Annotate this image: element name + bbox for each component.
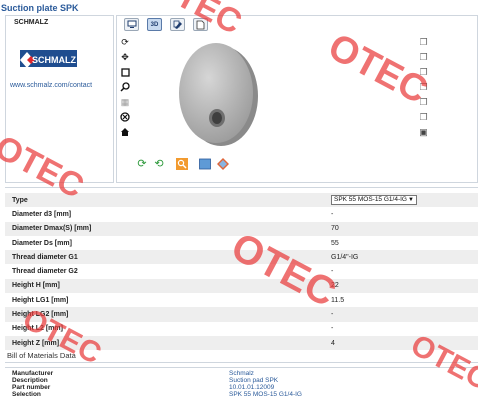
bom-label: Description xyxy=(12,377,48,384)
property-value: - xyxy=(331,210,334,218)
property-value: - xyxy=(331,325,334,333)
properties-table: Type SPK 55 MOS-15 G1/4-IG ▼ Diameter d3… xyxy=(5,187,478,351)
bom-label: Manufacturer xyxy=(12,370,54,377)
property-label: Height LG2 [mm] xyxy=(12,311,69,319)
measure-icon[interactable]: ▦ xyxy=(120,97,130,107)
bom-label: Selection xyxy=(12,391,41,398)
table-row: Height L2 [mm] - xyxy=(5,322,478,336)
suction-plate-model[interactable] xyxy=(171,38,261,148)
pan-icon[interactable]: ✥ xyxy=(120,52,130,62)
refresh-icon[interactable]: ⟳ xyxy=(136,158,148,170)
property-value: - xyxy=(331,311,334,319)
type-select-value: SPK 55 MOS-15 G1/4-IG xyxy=(334,196,407,203)
table-row: Selection SPK 55 MOS-15 G1/4-IG xyxy=(5,391,478,398)
diamond-icon[interactable] xyxy=(217,158,229,170)
schmalz-logo: SCHMALZ xyxy=(20,50,77,68)
view-cube-left-icon[interactable]: ❐ xyxy=(418,67,429,77)
page-title: Suction plate SPK xyxy=(1,3,79,13)
chevron-down-icon: ▼ xyxy=(408,197,414,203)
view-cube-iso-icon[interactable]: ▣ xyxy=(418,127,429,137)
table-row: Thread diameter G1 G1/4"-IG xyxy=(5,250,478,265)
property-label: Thread diameter G1 xyxy=(12,253,78,261)
table-row: Height H [mm] 22 xyxy=(5,278,478,294)
view-cube-right-icon[interactable]: ❐ xyxy=(418,82,429,92)
property-value: 70 xyxy=(331,225,339,233)
refresh-all-icon[interactable]: ⟲ xyxy=(153,158,165,170)
type-row: Type SPK 55 MOS-15 G1/4-IG ▼ xyxy=(5,193,478,208)
zoom-icon[interactable] xyxy=(120,82,130,92)
page-icon[interactable] xyxy=(193,18,208,31)
rotate-icon[interactable]: ⟳ xyxy=(120,37,130,47)
bom-label: Part number xyxy=(12,384,51,391)
table-row: Diameter Ds [mm] 55 xyxy=(5,236,478,250)
zoom-box-icon[interactable] xyxy=(120,67,130,77)
monitor-icon[interactable] xyxy=(124,18,139,31)
table-row: Height Z [mm] 4 xyxy=(5,336,478,351)
svg-text:SCHMALZ: SCHMALZ xyxy=(32,55,76,65)
table-row: Description Suction pad SPK xyxy=(5,377,478,384)
view-cube-front-icon[interactable]: ❐ xyxy=(418,37,429,47)
table-row: Part number 10.01.01.12009 xyxy=(5,384,478,391)
property-value: G1/4"-IG xyxy=(331,253,359,261)
property-label: Diameter Ds [mm] xyxy=(12,239,72,247)
table-row: Diameter d3 [mm] - xyxy=(5,207,478,221)
property-label: Height L2 [mm] xyxy=(12,325,63,333)
property-value: 55 xyxy=(331,239,339,247)
table-row: Diameter Dmax(S) [mm] 70 xyxy=(5,221,478,236)
property-value: 4 xyxy=(331,339,335,347)
table-row: Height LG1 [mm] 11.5 xyxy=(5,293,478,307)
bom-value: Schmalz xyxy=(229,370,254,377)
view-cube-back-icon[interactable]: ❐ xyxy=(418,112,429,122)
bom-value: SPK 55 MOS-15 G1/4-IG xyxy=(229,391,302,398)
type-label: Type xyxy=(12,196,28,204)
brand-name: SCHMALZ xyxy=(14,19,49,26)
table-row: Height LG2 [mm] - xyxy=(5,307,478,322)
divider xyxy=(5,362,478,363)
view-cube-bottom-icon[interactable]: ❐ xyxy=(418,97,429,107)
3d-tab-label: 3D xyxy=(150,21,159,28)
property-value: - xyxy=(331,268,334,276)
cad-viewer-panel: 3D ⟳ ✥ ▦ ❐ ❐ ❐ ❐ ❐ ❐ ▣ ⟳ ⟲ xyxy=(116,15,478,183)
home-icon[interactable] xyxy=(120,127,130,137)
edit-icon[interactable] xyxy=(170,18,185,31)
type-select[interactable]: SPK 55 MOS-15 G1/4-IG ▼ xyxy=(331,195,417,205)
bom-value: Suction pad SPK xyxy=(229,377,279,384)
search-icon[interactable] xyxy=(176,158,188,170)
bom-value: 10.01.01.12009 xyxy=(229,384,275,391)
property-label: Height LG1 [mm] xyxy=(12,296,69,304)
contact-link[interactable]: www.schmalz.com/contact xyxy=(10,82,92,89)
3d-view-tab[interactable]: 3D xyxy=(147,18,162,31)
property-value: 22 xyxy=(331,282,339,290)
property-label: Thread diameter G2 xyxy=(12,268,78,276)
table-row: Thread diameter G2 - xyxy=(5,265,478,279)
table-row: Manufacturer Schmalz xyxy=(5,370,478,377)
property-label: Diameter Dmax(S) [mm] xyxy=(12,225,92,233)
section-icon[interactable] xyxy=(120,112,130,122)
property-label: Height Z [mm] xyxy=(12,339,60,347)
property-label: Diameter d3 [mm] xyxy=(12,210,72,218)
brand-panel: SCHMALZ SCHMALZ www.schmalz.com/contact xyxy=(5,15,114,183)
display-icon[interactable] xyxy=(199,158,211,170)
bom-title: Bill of Materials Data xyxy=(7,351,76,360)
bom-table: Manufacturer Schmalz Description Suction… xyxy=(5,367,478,400)
view-cube-top-icon[interactable]: ❐ xyxy=(418,52,429,62)
property-value: 11.5 xyxy=(331,296,345,304)
property-label: Height H [mm] xyxy=(12,282,60,290)
